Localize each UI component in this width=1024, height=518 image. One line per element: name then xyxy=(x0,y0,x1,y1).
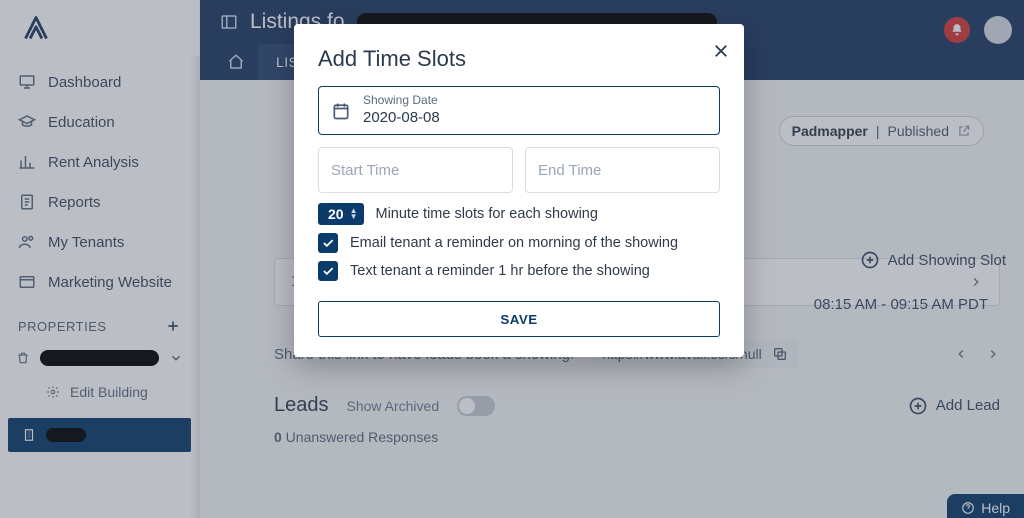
placeholder-text: Start Time xyxy=(331,162,399,179)
field-value: 2020-08-08 xyxy=(363,109,707,126)
showing-date-field[interactable]: Showing Date 2020-08-08 xyxy=(318,86,720,135)
slot-minutes-stepper[interactable]: 20 ▲▼ xyxy=(318,203,364,225)
start-time-input[interactable]: Start Time xyxy=(318,147,513,193)
slot-minutes-value: 20 xyxy=(328,206,344,222)
placeholder-text: End Time xyxy=(538,162,601,179)
text-reminder-row[interactable]: Text tenant a reminder 1 hr before the s… xyxy=(318,261,720,281)
option-label: Text tenant a reminder 1 hr before the s… xyxy=(350,263,650,279)
checkbox-checked-icon[interactable] xyxy=(318,261,338,281)
option-label: Email tenant a reminder on morning of th… xyxy=(350,235,678,251)
slot-length-row: 20 ▲▼ Minute time slots for each showing xyxy=(318,203,720,225)
end-time-input[interactable]: End Time xyxy=(525,147,720,193)
slot-minutes-label: Minute time slots for each showing xyxy=(376,206,598,222)
stepper-arrows-icon: ▲▼ xyxy=(350,208,358,220)
calendar-icon xyxy=(331,101,351,121)
email-reminder-row[interactable]: Email tenant a reminder on morning of th… xyxy=(318,233,720,253)
add-time-slots-modal: Add Time Slots Showing Date 2020-08-08 S… xyxy=(294,24,744,357)
close-icon[interactable] xyxy=(712,42,730,60)
time-range-row: Start Time End Time xyxy=(318,147,720,193)
save-button[interactable]: SAVE xyxy=(318,301,720,337)
field-label: Showing Date xyxy=(363,93,707,107)
checkbox-checked-icon[interactable] xyxy=(318,233,338,253)
modal-title: Add Time Slots xyxy=(318,46,720,72)
